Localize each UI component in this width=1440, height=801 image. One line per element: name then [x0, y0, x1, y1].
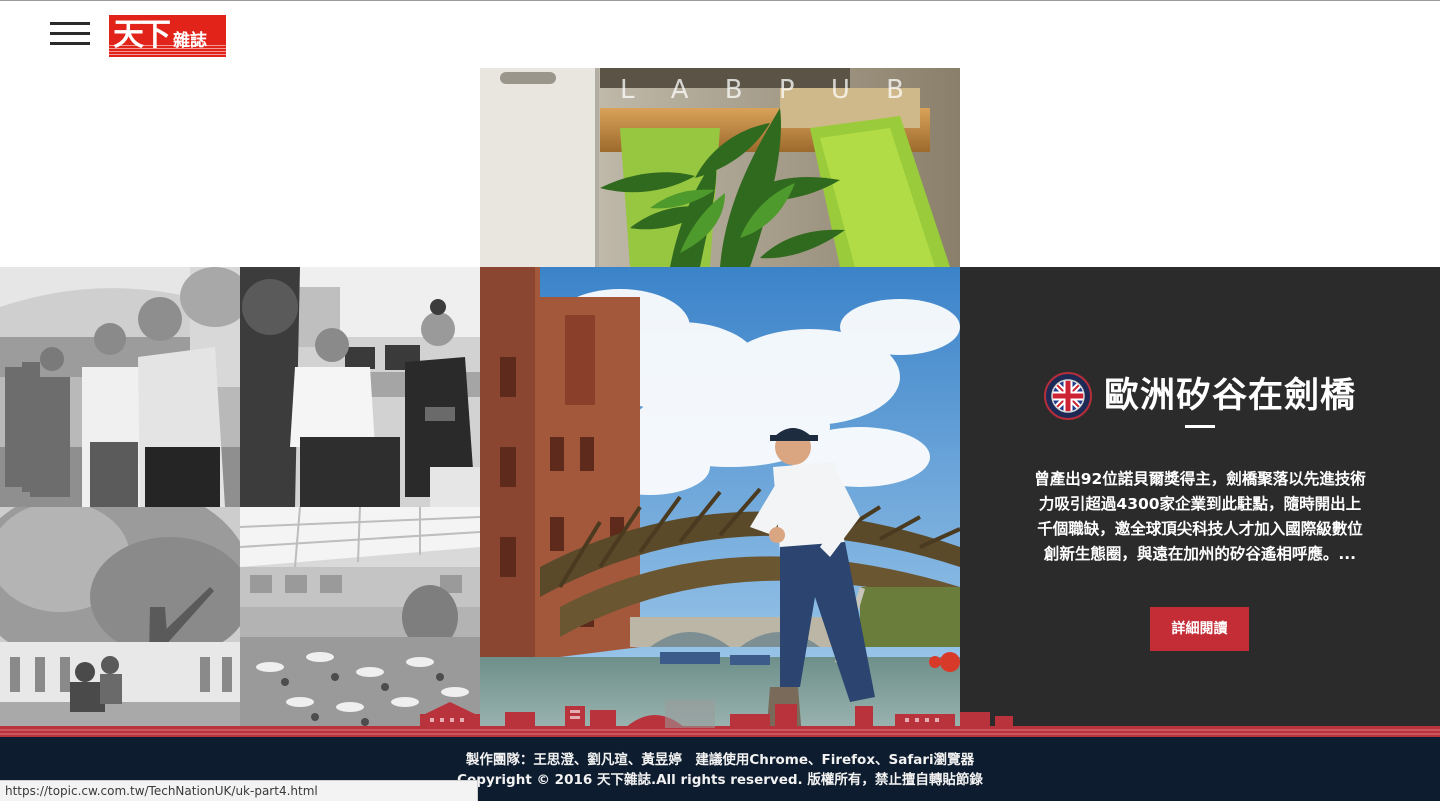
hamburger-menu-icon[interactable]	[50, 22, 90, 46]
top-rule	[0, 0, 1440, 3]
panel-title-row: 歐洲矽谷在劍橋	[960, 371, 1440, 421]
uk-flag-badge-icon	[1043, 372, 1092, 420]
logo-main-text: 天下	[113, 17, 171, 53]
city-skyline-decoration	[0, 700, 1440, 738]
panel-description: 曾產出92位諾貝爾獎得主，劍橋聚落以先進技術力吸引超過4300家企業到此駐點，隨…	[1034, 470, 1366, 563]
feature-panel: 歐洲矽谷在劍橋 曾產出92位諾貝爾獎得主，劍橋聚落以先進技術力吸引超過4300家…	[960, 267, 1440, 737]
read-more-button[interactable]: 詳細閱讀	[1150, 607, 1249, 651]
footer-credits: 製作團隊：王思澄、劉凡瑄、黃昱婷 建議使用Chrome、Firefox、Safa…	[465, 752, 975, 768]
lab-pub-sign-text: L A B P U B	[620, 75, 918, 105]
site-logo[interactable]: 天下 雜誌	[109, 15, 226, 57]
cambridge-punting-photo	[480, 267, 960, 737]
panel-title: 歐洲矽谷在劍橋	[1103, 376, 1356, 416]
logo-sub-text: 雜誌	[173, 31, 207, 51]
grayscale-photo-people-outdoor	[0, 267, 240, 507]
browser-status-url: https://topic.cw.com.tw/TechNationUK/uk-…	[0, 780, 478, 801]
lab-pub-photo: L A B P U B	[480, 68, 960, 267]
grayscale-photo-office-team	[240, 267, 480, 507]
title-underline	[1185, 425, 1215, 428]
